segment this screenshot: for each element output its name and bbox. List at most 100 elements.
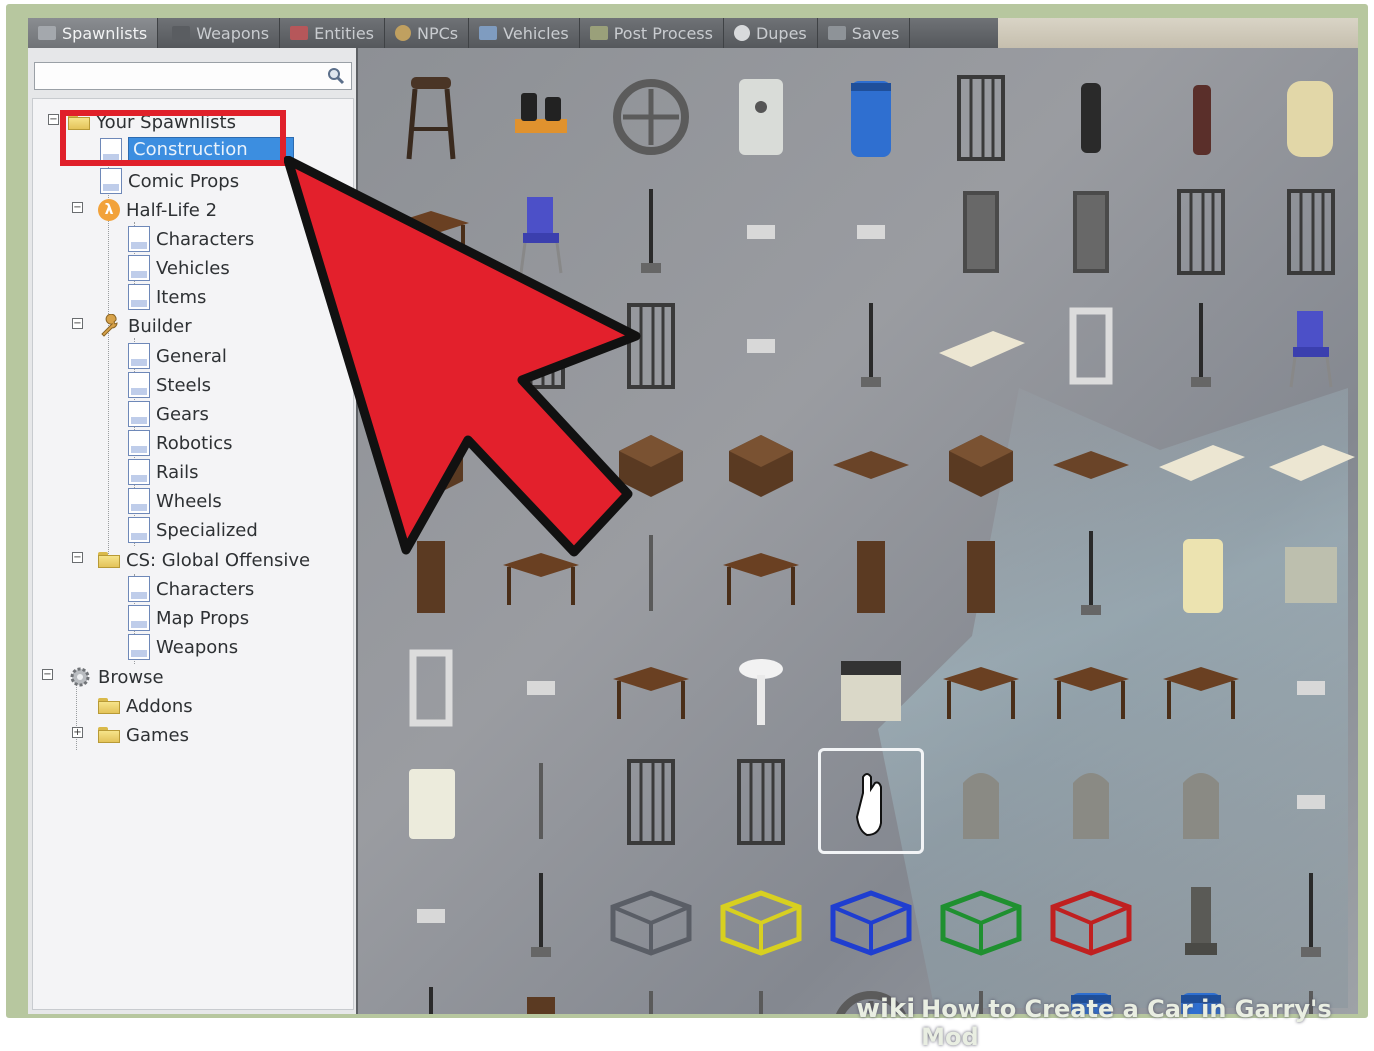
tree-node-addons[interactable]: Addons (98, 692, 193, 720)
prop-icon[interactable] (708, 178, 814, 284)
prop-icon[interactable] (378, 634, 484, 740)
tab-spawnlists[interactable]: Spawnlists (28, 18, 159, 48)
prop-icon[interactable] (1258, 520, 1358, 626)
prop-icon[interactable] (928, 64, 1034, 170)
prop-icon[interactable] (708, 292, 814, 398)
prop-icon[interactable] (1038, 634, 1144, 740)
tab-entities[interactable]: Entities (280, 18, 386, 48)
prop-icon[interactable] (818, 64, 924, 170)
collapse-toggle[interactable]: − (42, 669, 53, 680)
tree-node-builder-specialized[interactable]: Specialized (128, 516, 258, 544)
prop-icon[interactable] (928, 178, 1034, 284)
prop-icon[interactable] (488, 64, 594, 170)
prop-icon[interactable] (488, 748, 594, 854)
prop-icon[interactable] (1038, 292, 1144, 398)
prop-icon[interactable] (928, 406, 1034, 512)
prop-icon[interactable] (378, 976, 484, 1014)
tree-node-games[interactable]: Games (98, 721, 189, 749)
prop-icon[interactable] (1038, 178, 1144, 284)
prop-icon[interactable] (818, 178, 924, 284)
prop-icon[interactable] (378, 862, 484, 968)
prop-icon[interactable] (598, 976, 704, 1014)
tree-node-comic-props[interactable]: Comic Props (100, 167, 239, 195)
prop-icon[interactable] (1258, 634, 1358, 740)
prop-icon[interactable] (598, 64, 704, 170)
prop-icon[interactable] (1038, 862, 1144, 968)
prop-icon[interactable] (928, 292, 1034, 398)
prop-icon[interactable] (1258, 64, 1358, 170)
prop-icon[interactable] (1038, 406, 1144, 512)
tree-node-hl2-items[interactable]: Items (128, 283, 206, 311)
tree-node-half-life-2[interactable]: λ Half-Life 2 (98, 196, 217, 224)
prop-icon[interactable] (818, 292, 924, 398)
prop-icon[interactable] (708, 748, 814, 854)
prop-icon[interactable] (1258, 292, 1358, 398)
prop-icon[interactable] (1148, 178, 1254, 284)
prop-icon[interactable] (1148, 406, 1254, 512)
prop-icon[interactable] (708, 520, 814, 626)
search-icon[interactable] (327, 67, 345, 85)
tab-dupes[interactable]: Dupes (724, 18, 818, 48)
search-input[interactable] (34, 62, 352, 90)
prop-icon[interactable] (708, 976, 814, 1014)
prop-icon[interactable] (488, 634, 594, 740)
prop-icon[interactable] (1148, 64, 1254, 170)
tree-node-builder-rails[interactable]: Rails (128, 458, 199, 486)
prop-icon[interactable] (1258, 406, 1358, 512)
prop-icon[interactable] (818, 748, 924, 854)
tab-vehicles[interactable]: Vehicles (469, 18, 580, 48)
prop-icon[interactable] (378, 748, 484, 854)
tree-node-csgo-weapons[interactable]: Weapons (128, 633, 238, 661)
prop-icon[interactable] (928, 520, 1034, 626)
prop-icon[interactable] (488, 976, 594, 1014)
prop-icon[interactable] (708, 634, 814, 740)
tree-node-hl2-vehicles[interactable]: Vehicles (128, 254, 230, 282)
tree-node-builder-wheels[interactable]: Wheels (128, 487, 222, 515)
collapse-toggle[interactable]: − (72, 552, 83, 563)
prop-icon[interactable] (1038, 748, 1144, 854)
prop-icon[interactable] (378, 64, 484, 170)
tree-node-csgo-map-props[interactable]: Map Props (128, 604, 249, 632)
tree-node-csgo[interactable]: CS: Global Offensive (98, 546, 310, 574)
prop-icon[interactable] (1148, 634, 1254, 740)
prop-icon[interactable] (818, 634, 924, 740)
tree-node-builder-gears[interactable]: Gears (128, 400, 209, 428)
prop-icon[interactable] (1258, 178, 1358, 284)
tree-node-browse[interactable]: Browse (68, 663, 164, 691)
prop-icon[interactable] (928, 862, 1034, 968)
tab-npcs[interactable]: NPCs (385, 18, 470, 48)
prop-icon[interactable] (1148, 748, 1254, 854)
prop-icon[interactable] (1148, 520, 1254, 626)
prop-icon[interactable] (598, 634, 704, 740)
tree-node-builder[interactable]: Builder (98, 312, 192, 340)
prop-icon[interactable] (1038, 64, 1144, 170)
tree-node-csgo-characters[interactable]: Characters (128, 575, 254, 603)
prop-icon[interactable] (1258, 748, 1358, 854)
tree-node-hl2-characters[interactable]: Characters (128, 225, 254, 253)
prop-icon[interactable] (1258, 862, 1358, 968)
tree-node-builder-general[interactable]: General (128, 342, 227, 370)
tab-weapons[interactable]: Weapons (158, 18, 281, 48)
prop-icon[interactable] (488, 862, 594, 968)
prop-icon[interactable] (818, 520, 924, 626)
expand-toggle[interactable]: + (72, 727, 83, 738)
prop-icon[interactable] (708, 64, 814, 170)
tab-post-process[interactable]: Post Process (580, 18, 724, 48)
collapse-toggle[interactable]: − (48, 114, 59, 125)
prop-icon[interactable] (928, 748, 1034, 854)
prop-icon[interactable] (708, 862, 814, 968)
prop-icon[interactable] (598, 862, 704, 968)
prop-icon[interactable] (708, 406, 814, 512)
prop-icon[interactable] (1148, 292, 1254, 398)
collapse-toggle[interactable]: − (72, 202, 83, 213)
tree-node-builder-robotics[interactable]: Robotics (128, 429, 232, 457)
prop-icon[interactable] (1148, 862, 1254, 968)
prop-icon[interactable] (818, 862, 924, 968)
prop-icon[interactable] (818, 406, 924, 512)
prop-icon[interactable] (1038, 520, 1144, 626)
tree-node-builder-steels[interactable]: Steels (128, 371, 211, 399)
collapse-toggle[interactable]: − (72, 318, 83, 329)
prop-icon[interactable] (928, 634, 1034, 740)
prop-icon[interactable] (598, 748, 704, 854)
tab-saves[interactable]: Saves (818, 18, 911, 48)
